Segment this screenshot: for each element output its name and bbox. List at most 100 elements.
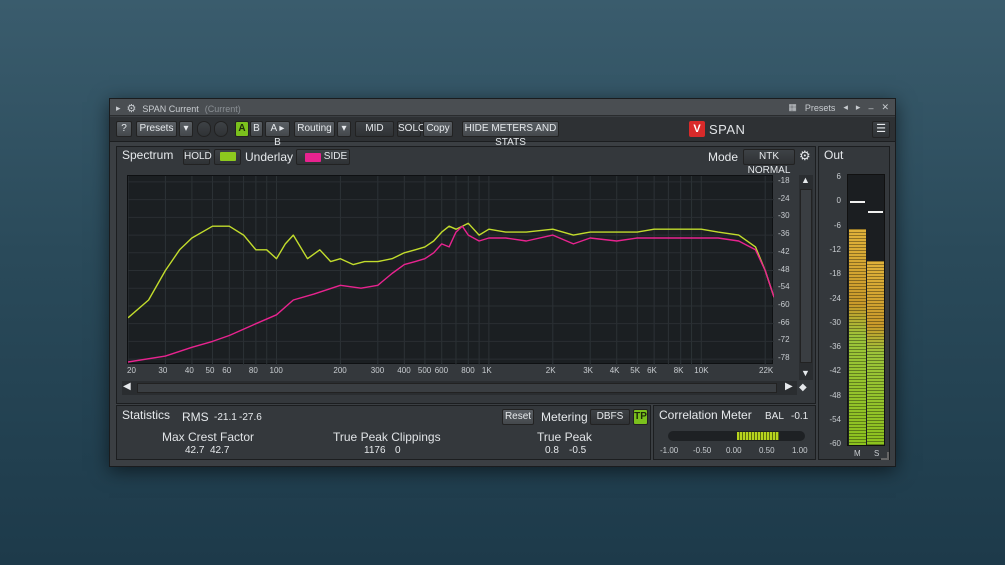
output-db-scale: 6 0 -6 -12 -18 -24 -30 -36 -42 -48 -54 -60 — [819, 172, 841, 452]
next-preset-icon[interactable]: ▸ — [856, 102, 861, 113]
true-peak-right: -0.5 — [569, 445, 587, 456]
out-tick-label: -36 — [829, 342, 841, 352]
titlebar-presets[interactable]: Presets — [805, 103, 836, 113]
db-tick-label: -36 — [778, 229, 790, 239]
brand-name: SPAN — [709, 121, 746, 137]
correlation-fill — [736, 432, 779, 440]
true-peak-label: True Peak — [537, 430, 592, 444]
frequency-scale: 20 30 40 50 60 80 100 200 300 400 500 600 800 1K 2K 3K 4… — [127, 366, 773, 378]
freq-tick-label: 20 — [127, 366, 136, 375]
brand-logo: V SPAN — [689, 121, 745, 137]
spectrum-title: Spectrum — [122, 148, 174, 162]
freq-tick-label: 10K — [694, 366, 709, 375]
copy-button[interactable]: Copy — [423, 121, 453, 137]
underlay-label: Underlay — [245, 150, 294, 164]
copy-a-to-b-button[interactable]: A ▸ B — [265, 121, 290, 148]
out-tick-label: 6 — [836, 172, 841, 181]
reset-view-icon[interactable]: ◆ — [799, 382, 807, 393]
tp-clippings-label: True Peak Clippings — [333, 430, 441, 444]
span-plugin-window: ▸ ⚙ SPAN Current (Current) ▦ Presets ◂ ▸… — [109, 98, 896, 467]
preset-a-button[interactable]: A — [235, 121, 249, 137]
db-tick-label: -48 — [778, 264, 790, 274]
correlation-tick-label: 1.00 — [792, 446, 808, 455]
mid-button[interactable]: MID — [355, 121, 394, 137]
preset-b-button[interactable]: B — [250, 121, 263, 137]
meter-m-label: M — [854, 449, 861, 458]
out-tick-label: -54 — [829, 415, 841, 424]
freq-tick-label: 2K — [545, 366, 556, 375]
hold-button[interactable]: HOLD — [183, 149, 212, 165]
menu-icon[interactable]: ☰ — [872, 121, 890, 138]
vertical-scrollbar[interactable]: ▲ ▼ — [799, 175, 813, 380]
horizontal-scroll-thumb[interactable] — [137, 383, 777, 393]
meter-fill-m — [849, 229, 866, 445]
side-color-chip — [305, 152, 321, 162]
db-tick-label: -42 — [778, 246, 790, 256]
presets-dropdown[interactable]: ▾ — [179, 121, 193, 137]
freq-tick-label: 40 — [184, 366, 194, 375]
presets-button[interactable]: Presets — [136, 121, 177, 137]
correlation-title: Correlation Meter — [659, 408, 752, 422]
freq-tick-label: 400 — [397, 366, 411, 375]
out-title: Out — [824, 148, 844, 162]
routing-dropdown[interactable]: ▾ — [337, 121, 351, 137]
freq-tick-label: 3K — [583, 366, 593, 375]
out-tick-label: 0 — [836, 196, 841, 206]
vertical-scroll-thumb[interactable] — [800, 189, 812, 363]
reset-button[interactable]: Reset — [502, 409, 534, 425]
correlation-tick-label: -1.00 — [660, 446, 679, 455]
spectrum-settings-gear-icon[interactable]: ⚙ — [799, 148, 811, 164]
mid-color-swatch[interactable] — [214, 149, 241, 165]
rms-left-value: -21.1 — [214, 412, 237, 423]
metering-selector[interactable]: DBFS — [590, 409, 630, 425]
undo-icon[interactable] — [197, 121, 211, 137]
freq-tick-label: 6K — [647, 366, 657, 375]
balance-value: -0.1 — [791, 411, 809, 422]
solo-button[interactable]: SOLO — [397, 121, 426, 137]
hide-meters-button[interactable]: HIDE METERS AND STATS — [462, 121, 559, 148]
help-button[interactable]: ? — [116, 121, 132, 137]
horizontal-scrollbar[interactable]: ◀ ▶ — [122, 381, 797, 395]
true-peak-toggle[interactable]: TP — [633, 409, 648, 425]
side-underlay-button[interactable]: SIDE — [296, 149, 350, 165]
scroll-down-icon[interactable]: ▼ — [801, 368, 810, 378]
db-tick-label: -78 — [778, 353, 790, 363]
freq-tick-label: 60 — [222, 366, 232, 375]
out-tick-label: -6 — [833, 220, 841, 230]
out-tick-label: -24 — [829, 293, 841, 303]
statistics-panel: Statistics RMS -21.1 -27.6 Reset Meterin… — [116, 405, 651, 460]
redo-icon[interactable] — [214, 121, 228, 137]
voxengo-logo-icon: V — [689, 121, 705, 137]
rms-right-value: -27.6 — [239, 412, 262, 423]
max-crest-right: 42.7 — [210, 445, 230, 456]
close-icon[interactable]: ✕ — [881, 102, 889, 113]
routing-button[interactable]: Routing — [294, 121, 335, 137]
correlation-tick-label: 0.50 — [759, 446, 775, 455]
resize-grip-icon[interactable] — [881, 452, 889, 460]
freq-tick-label: 22K — [759, 366, 774, 375]
spectrum-plot[interactable] — [127, 175, 774, 365]
meter-fill-s — [867, 261, 884, 445]
grid-icon[interactable]: ▦ — [788, 102, 797, 113]
meter-channel-s — [867, 175, 884, 445]
db-scale: -18 -24 -30 -36 -42 -48 -54 -60 -66 -72 -78 — [775, 175, 797, 364]
scroll-left-icon[interactable]: ◀ — [123, 381, 131, 392]
freq-tick-label: 80 — [248, 366, 258, 375]
scroll-up-icon[interactable]: ▲ — [801, 175, 810, 185]
freq-tick-label: 30 — [158, 366, 168, 375]
prev-preset-icon[interactable]: ◂ — [843, 102, 848, 113]
db-tick-label: -54 — [778, 282, 790, 292]
peak-hold-m — [850, 201, 865, 203]
meter-s-label: S — [874, 449, 880, 458]
gear-icon[interactable]: ⚙ — [127, 102, 137, 115]
collapse-arrow-icon[interactable]: ▸ — [116, 103, 121, 114]
freq-tick-label: 8K — [673, 366, 684, 375]
out-tick-label: -60 — [829, 439, 841, 449]
minimize-icon[interactable]: – — [868, 103, 873, 113]
scroll-right-icon[interactable]: ▶ — [785, 381, 793, 392]
mode-selector[interactable]: NTK NORMAL — [743, 149, 795, 176]
spectrum-panel: Spectrum HOLD Underlay SIDE Mode NTK NOR… — [116, 146, 816, 404]
freq-tick-label: 800 — [461, 366, 475, 375]
correlation-panel: Correlation Meter BAL -0.1 -1.00 -0.50 0.0… — [653, 405, 816, 460]
rms-label: RMS — [182, 410, 209, 424]
